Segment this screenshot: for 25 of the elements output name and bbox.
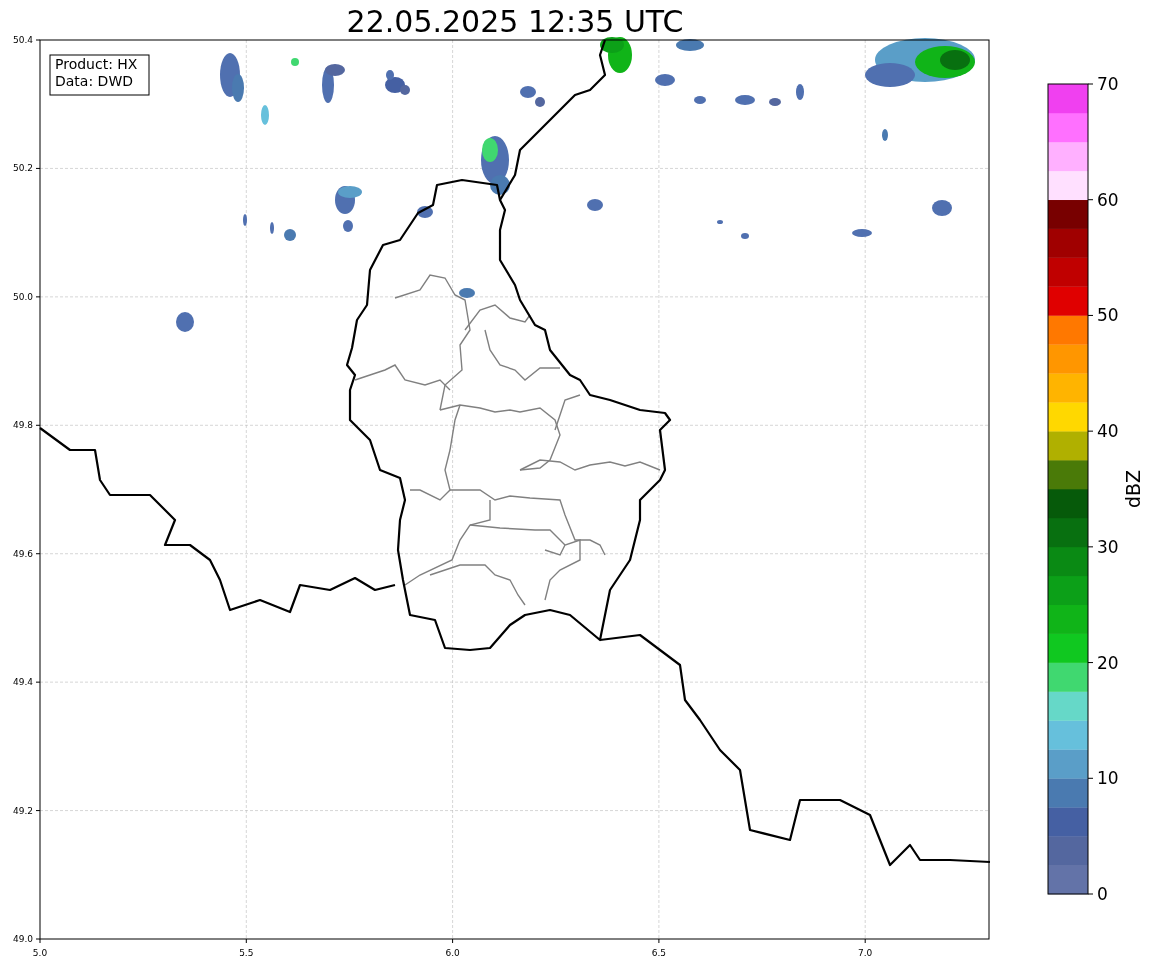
axis-tick-label: 49.8: [12, 420, 33, 431]
colorbar-tick-label: 40: [1097, 421, 1119, 442]
colorbar-tick-label: 0: [1097, 884, 1108, 904]
colorbar-tick-label: 20: [1097, 652, 1119, 673]
axis-tick-label: 5.0: [32, 948, 48, 958]
axis-tick-label: 6.5: [651, 948, 667, 958]
axis-tick-label: 7.0: [858, 948, 873, 958]
axis-tick-label: 49.2: [12, 805, 33, 816]
axis-tick-label: 5.5: [239, 948, 254, 958]
colorbar-tick-label: 10: [1097, 768, 1119, 789]
axis-tick-label: 49.4: [12, 677, 33, 688]
colorbar-tick-label: 70: [1097, 74, 1119, 94]
axis-tick-label: 50.4: [12, 35, 33, 45]
chart-title: 22.05.2025 12:35 UTC: [346, 4, 684, 39]
axis-tick-label: 6.0: [445, 948, 460, 958]
colorbar-label: dBZ: [1122, 469, 1144, 509]
axis-tick-label: 49.0: [12, 934, 33, 944]
axis-tick-label: 50.2: [12, 163, 33, 174]
axis-tick-label: 49.6: [12, 548, 33, 559]
info-text: Product: HX: [55, 56, 138, 72]
colorbar-tick-label: 50: [1097, 305, 1119, 326]
axis-tick-label: 50.0: [12, 291, 33, 302]
colorbar-tick-label: 60: [1097, 189, 1119, 210]
colorbar-tick-label: 30: [1097, 536, 1119, 557]
info-text: Data: DWD: [55, 73, 133, 89]
